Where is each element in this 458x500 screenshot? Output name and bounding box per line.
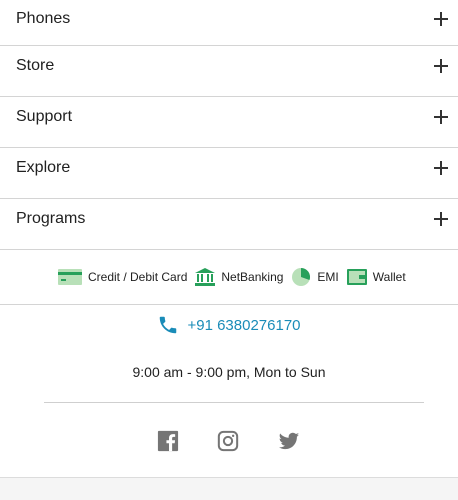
accordion-item-label: Explore: [16, 159, 71, 176]
accordion-item-phones[interactable]: Phones: [0, 0, 458, 46]
support-hours: 9:00 am - 9:00 pm, Mon to Sun: [132, 364, 326, 380]
facebook-icon[interactable]: [157, 430, 181, 454]
payment-methods: Credit / Debit Card NetBanking EMI Walle…: [0, 250, 458, 305]
pie-chart-icon: [291, 267, 311, 287]
payment-label: Credit / Debit Card: [88, 270, 188, 284]
plus-icon[interactable]: [434, 59, 448, 73]
payment-label: NetBanking: [221, 270, 284, 284]
plus-icon[interactable]: [434, 212, 448, 226]
accordion-item-label: Store: [16, 57, 55, 74]
phone-icon: [157, 314, 179, 336]
accordion-item-store[interactable]: Store: [0, 46, 458, 97]
phone-number[interactable]: +91 6380276170: [187, 317, 300, 334]
social-links: [0, 430, 458, 454]
payment-emi: EMI: [291, 267, 339, 287]
accordion-item-programs[interactable]: Programs: [0, 199, 458, 250]
divider: [44, 402, 424, 403]
accordion-item-label: Phones: [16, 9, 71, 27]
accordion-item-label: Programs: [16, 210, 86, 227]
footer-accordion: Phones Store Support Explore Programs: [0, 0, 458, 250]
plus-icon[interactable]: [434, 110, 448, 124]
twitter-icon[interactable]: [277, 430, 301, 454]
bank-icon: [195, 268, 216, 286]
payment-label: EMI: [317, 270, 339, 284]
instagram-icon[interactable]: [217, 430, 241, 454]
footer-bottom-band: [0, 477, 458, 500]
accordion-item-label: Support: [16, 108, 73, 125]
payment-credit-debit: Credit / Debit Card: [58, 269, 187, 285]
plus-icon[interactable]: [434, 11, 448, 26]
payment-label: Wallet: [372, 270, 406, 284]
plus-icon[interactable]: [434, 161, 448, 175]
credit-card-icon: [58, 269, 82, 285]
contact-section: +91 6380276170 9:00 am - 9:00 pm, Mon to…: [0, 313, 458, 454]
phone-link[interactable]: +91 6380276170: [0, 313, 458, 337]
payment-wallet: Wallet: [346, 269, 406, 285]
accordion-item-support[interactable]: Support: [0, 97, 458, 148]
payment-netbanking: NetBanking: [195, 268, 283, 286]
accordion-item-explore[interactable]: Explore: [0, 148, 458, 199]
wallet-icon: [346, 269, 367, 285]
